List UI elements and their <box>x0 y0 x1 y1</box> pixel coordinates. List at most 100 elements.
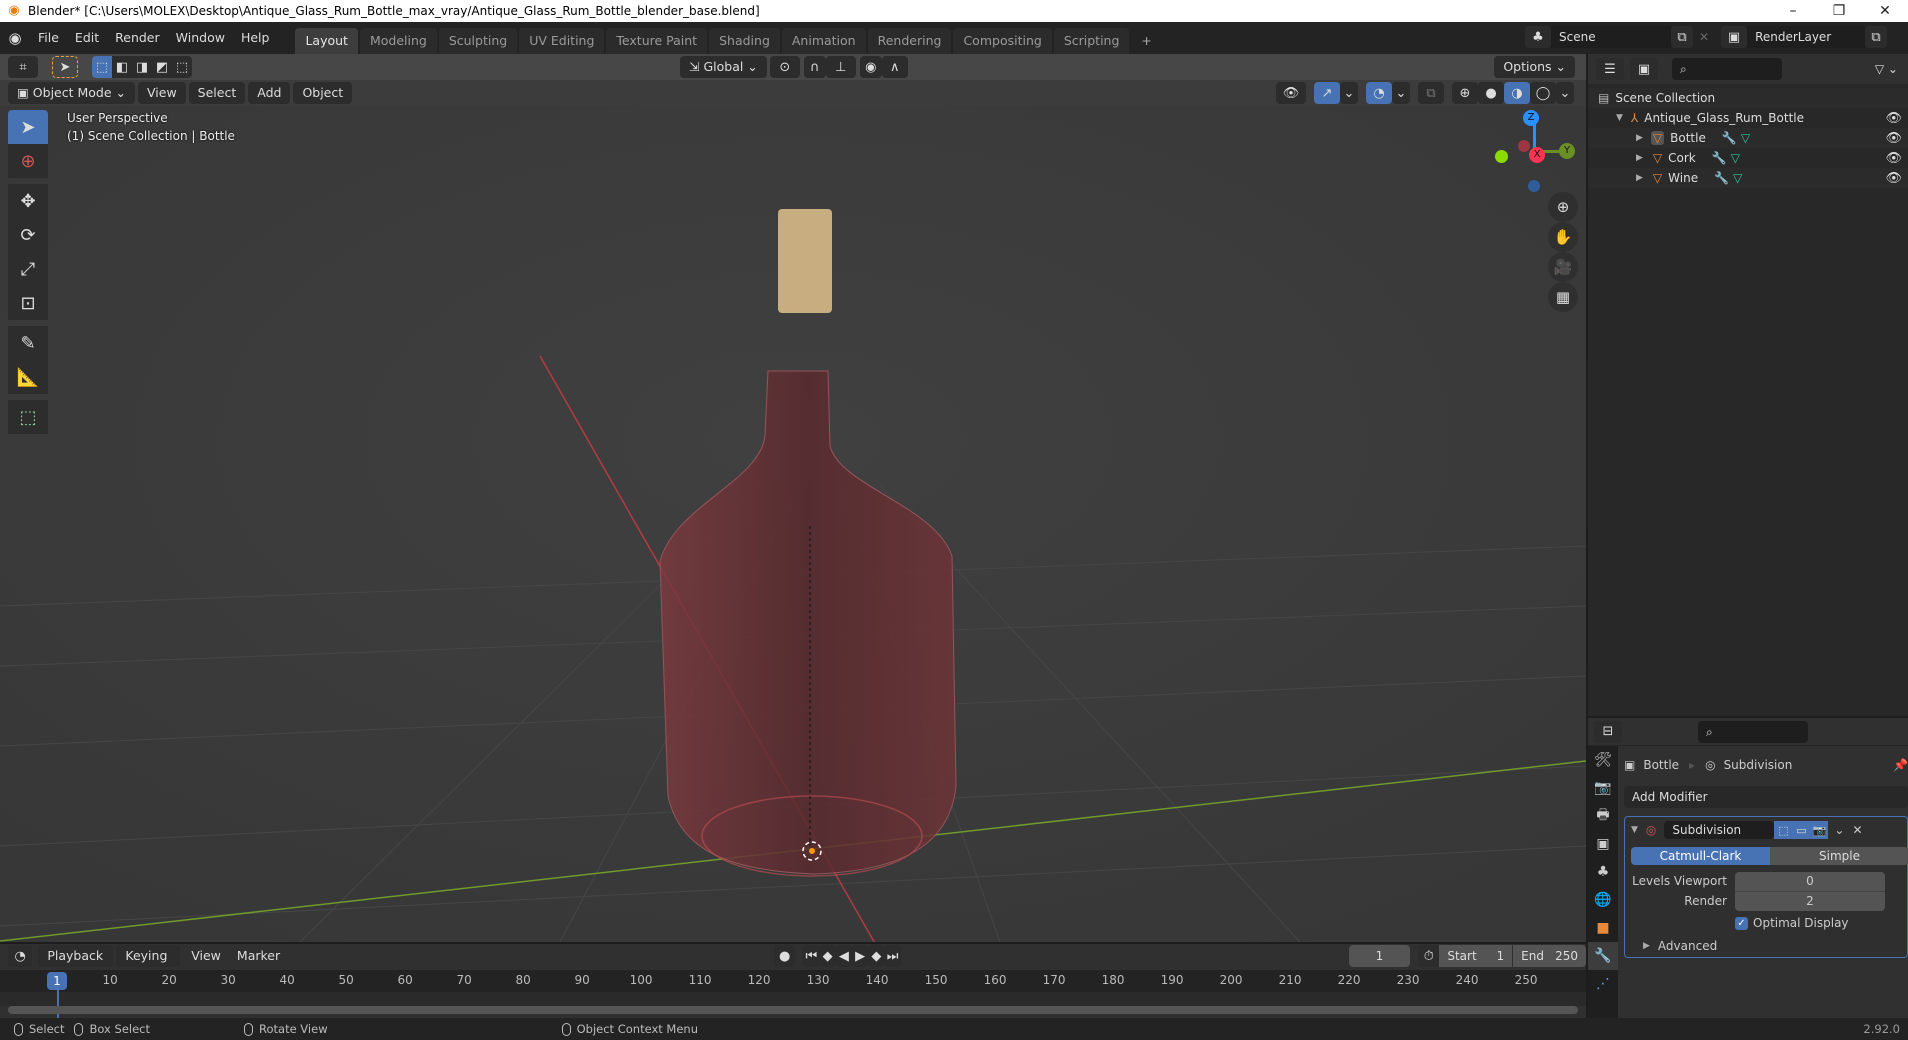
timeline-scrollbar[interactable] <box>8 1006 1578 1014</box>
optimal-display-checkbox[interactable]: ✓ <box>1735 916 1748 930</box>
current-frame-field[interactable]: 1 <box>1348 945 1411 967</box>
render-levels-field[interactable]: 2 <box>1735 891 1885 911</box>
shading-dropdown-icon[interactable]: ⌄ <box>1556 82 1574 104</box>
outliner-collection[interactable]: ▼ ⅄ Antique_Glass_Rum_Bottle 👁 <box>1588 108 1908 128</box>
menu-window[interactable]: Window <box>168 25 233 51</box>
eye-icon[interactable]: 👁 <box>1885 131 1902 146</box>
select-box-tool-icon[interactable]: ➤ <box>52 56 78 78</box>
visibility-icon[interactable]: 👁 <box>1276 82 1306 104</box>
gizmo-z-axis[interactable]: Z <box>1523 110 1539 126</box>
timeline-editor-type-icon[interactable]: ◔ <box>8 945 33 967</box>
menu-help[interactable]: Help <box>233 25 278 51</box>
catmull-clark-option[interactable]: Catmull-Clark <box>1631 847 1770 865</box>
remove-modifier-icon[interactable]: ✕ <box>1852 823 1862 837</box>
pan-hand-icon[interactable]: ✋ <box>1548 222 1578 252</box>
levels-viewport-field[interactable]: 0 <box>1735 871 1885 891</box>
eye-icon[interactable]: 👁 <box>1885 151 1902 166</box>
timeline-marker-menu[interactable]: Marker <box>229 943 288 969</box>
blender-menu-icon[interactable]: ◉ <box>0 29 30 47</box>
expand-right-icon[interactable]: ▶ <box>1636 153 1643 163</box>
new-view-layer-icon[interactable]: ⧉ <box>1865 26 1888 48</box>
menu-render[interactable]: Render <box>107 25 168 51</box>
gizmo-toggle-icon[interactable]: ↗ <box>1314 82 1340 104</box>
proportional-edit-icon[interactable]: ◉ <box>859 56 882 78</box>
play-icon[interactable]: ▶ <box>851 945 869 967</box>
add-modifier-dropdown[interactable]: Add Modifier <box>1624 786 1908 808</box>
menu-edit[interactable]: Edit <box>67 25 107 51</box>
render-toggle-icon[interactable]: 📷 <box>1810 821 1829 839</box>
options-dropdown[interactable]: Options ⌄ <box>1494 56 1575 78</box>
zoom-icon[interactable]: ⊕ <box>1548 192 1578 222</box>
outliner-item-bottle[interactable]: ▶ ▽ Bottle 🔧 ▽ 👁 <box>1588 128 1908 148</box>
tab-scripting[interactable]: Scripting <box>1053 28 1130 54</box>
eye-icon[interactable]: 👁 <box>1885 171 1902 186</box>
expand-down-icon[interactable]: ▼ <box>1616 113 1623 123</box>
timeline-view-menu[interactable]: View <box>183 943 229 969</box>
simple-option[interactable]: Simple <box>1770 847 1908 865</box>
rotate-tool[interactable]: ⟳ <box>8 218 48 252</box>
filter-icon[interactable]: ▽ ⌄ <box>1875 62 1898 76</box>
world-tab-icon[interactable]: 🌐 <box>1588 886 1618 914</box>
camera-view-icon[interactable]: 🎥 <box>1548 252 1578 282</box>
tab-modeling[interactable]: Modeling <box>359 28 437 54</box>
move-tool[interactable]: ✥ <box>8 184 48 218</box>
prev-keyframe-icon[interactable]: ◆ <box>819 945 836 967</box>
select-box-tool[interactable]: ➤ <box>8 110 48 144</box>
auto-keying-icon[interactable]: ● <box>774 945 796 967</box>
modifier-name-field[interactable]: Subdivision <box>1664 821 1775 839</box>
view-layer-tab-icon[interactable]: ▣ <box>1588 830 1618 858</box>
overlay-toggle-icon[interactable]: ◔ <box>1366 82 1392 104</box>
eye-icon[interactable]: 👁 <box>1885 111 1902 126</box>
outliner-item-cork[interactable]: ▶ ▽ Cork 🔧 ▽ 👁 <box>1588 148 1908 168</box>
overlay-dropdown-icon[interactable]: ⌄ <box>1392 82 1410 104</box>
delete-scene-icon[interactable]: ✕ <box>1699 30 1709 44</box>
view-layer-icon[interactable]: ▣ <box>1721 26 1748 48</box>
modifier-wrench-icon[interactable]: 🔧 <box>1714 171 1729 185</box>
scene-name-field[interactable]: Scene <box>1551 26 1671 48</box>
gizmo-neg-x[interactable] <box>1518 140 1530 152</box>
measure-tool[interactable]: 📐 <box>8 360 48 394</box>
tab-uv-editing[interactable]: UV Editing <box>519 28 605 54</box>
falloff-icon[interactable]: ∧ <box>881 56 908 78</box>
pin-icon[interactable]: 📌 <box>1893 758 1908 772</box>
add-workspace-button[interactable]: + <box>1131 28 1161 54</box>
outliner-editor-type-icon[interactable]: ☰ <box>1596 58 1624 80</box>
mode-extend-icon[interactable]: ◧ <box>112 56 132 78</box>
menu-add[interactable]: Add <box>248 82 291 104</box>
next-keyframe-icon[interactable]: ◆ <box>868 945 885 967</box>
tab-rendering[interactable]: Rendering <box>867 28 952 54</box>
timeline-ruler[interactable]: 10 20 30 40 50 60 70 80 90 100 110 120 130 140 150 160 1… <box>0 970 1586 992</box>
edit-mode-toggle-icon[interactable]: ⬚ <box>1774 821 1793 839</box>
editor-type-icon[interactable]: ⌗ <box>8 56 38 78</box>
output-tab-icon[interactable]: 🖶 <box>1588 802 1618 830</box>
viewport-toggle-icon[interactable]: ▭ <box>1792 821 1811 839</box>
scene-tab-icon[interactable]: ♣ <box>1588 858 1618 886</box>
menu-file[interactable]: File <box>30 25 67 51</box>
gizmo-neg-z[interactable] <box>1528 180 1540 192</box>
object-tab-icon[interactable]: ■ <box>1588 914 1618 942</box>
properties-search-input[interactable]: ⌕ <box>1698 720 1808 743</box>
mode-new-icon[interactable]: ⬚ <box>92 56 112 78</box>
tab-sculpting[interactable]: Sculpting <box>438 28 518 54</box>
ortho-grid-icon[interactable]: ▦ <box>1548 282 1578 312</box>
tab-layout[interactable]: Layout <box>295 28 358 54</box>
mode-intersect-icon[interactable]: ⬚ <box>172 56 192 78</box>
xray-toggle-icon[interactable]: ⧉ <box>1418 82 1444 104</box>
add-cube-tool[interactable]: ⬚ <box>8 400 48 434</box>
shading-rendered-icon[interactable]: ◯ <box>1530 82 1556 104</box>
collapse-icon[interactable]: ▼ <box>1631 825 1638 835</box>
mode-subtract-icon[interactable]: ◨ <box>132 56 152 78</box>
modifier-tab-icon[interactable]: 🔧 <box>1588 942 1618 970</box>
shading-wireframe-icon[interactable]: ⊕ <box>1452 82 1478 104</box>
tab-shading[interactable]: Shading <box>709 28 780 54</box>
jump-end-icon[interactable]: ⏭ <box>884 945 901 967</box>
play-reverse-icon[interactable]: ◀ <box>835 945 852 967</box>
snap-icon[interactable]: ∩ <box>803 56 826 78</box>
transform-tool[interactable]: ⊡ <box>8 286 48 320</box>
keying-menu[interactable]: Keying ⌄ <box>116 945 181 985</box>
start-frame-field[interactable]: Start 1 <box>1439 945 1513 967</box>
restore-button[interactable]: ❐ <box>1816 0 1862 22</box>
tab-compositing[interactable]: Compositing <box>953 28 1052 54</box>
cork-object[interactable] <box>778 209 832 313</box>
navigation-gizmo[interactable]: Z Y X <box>1495 110 1575 192</box>
